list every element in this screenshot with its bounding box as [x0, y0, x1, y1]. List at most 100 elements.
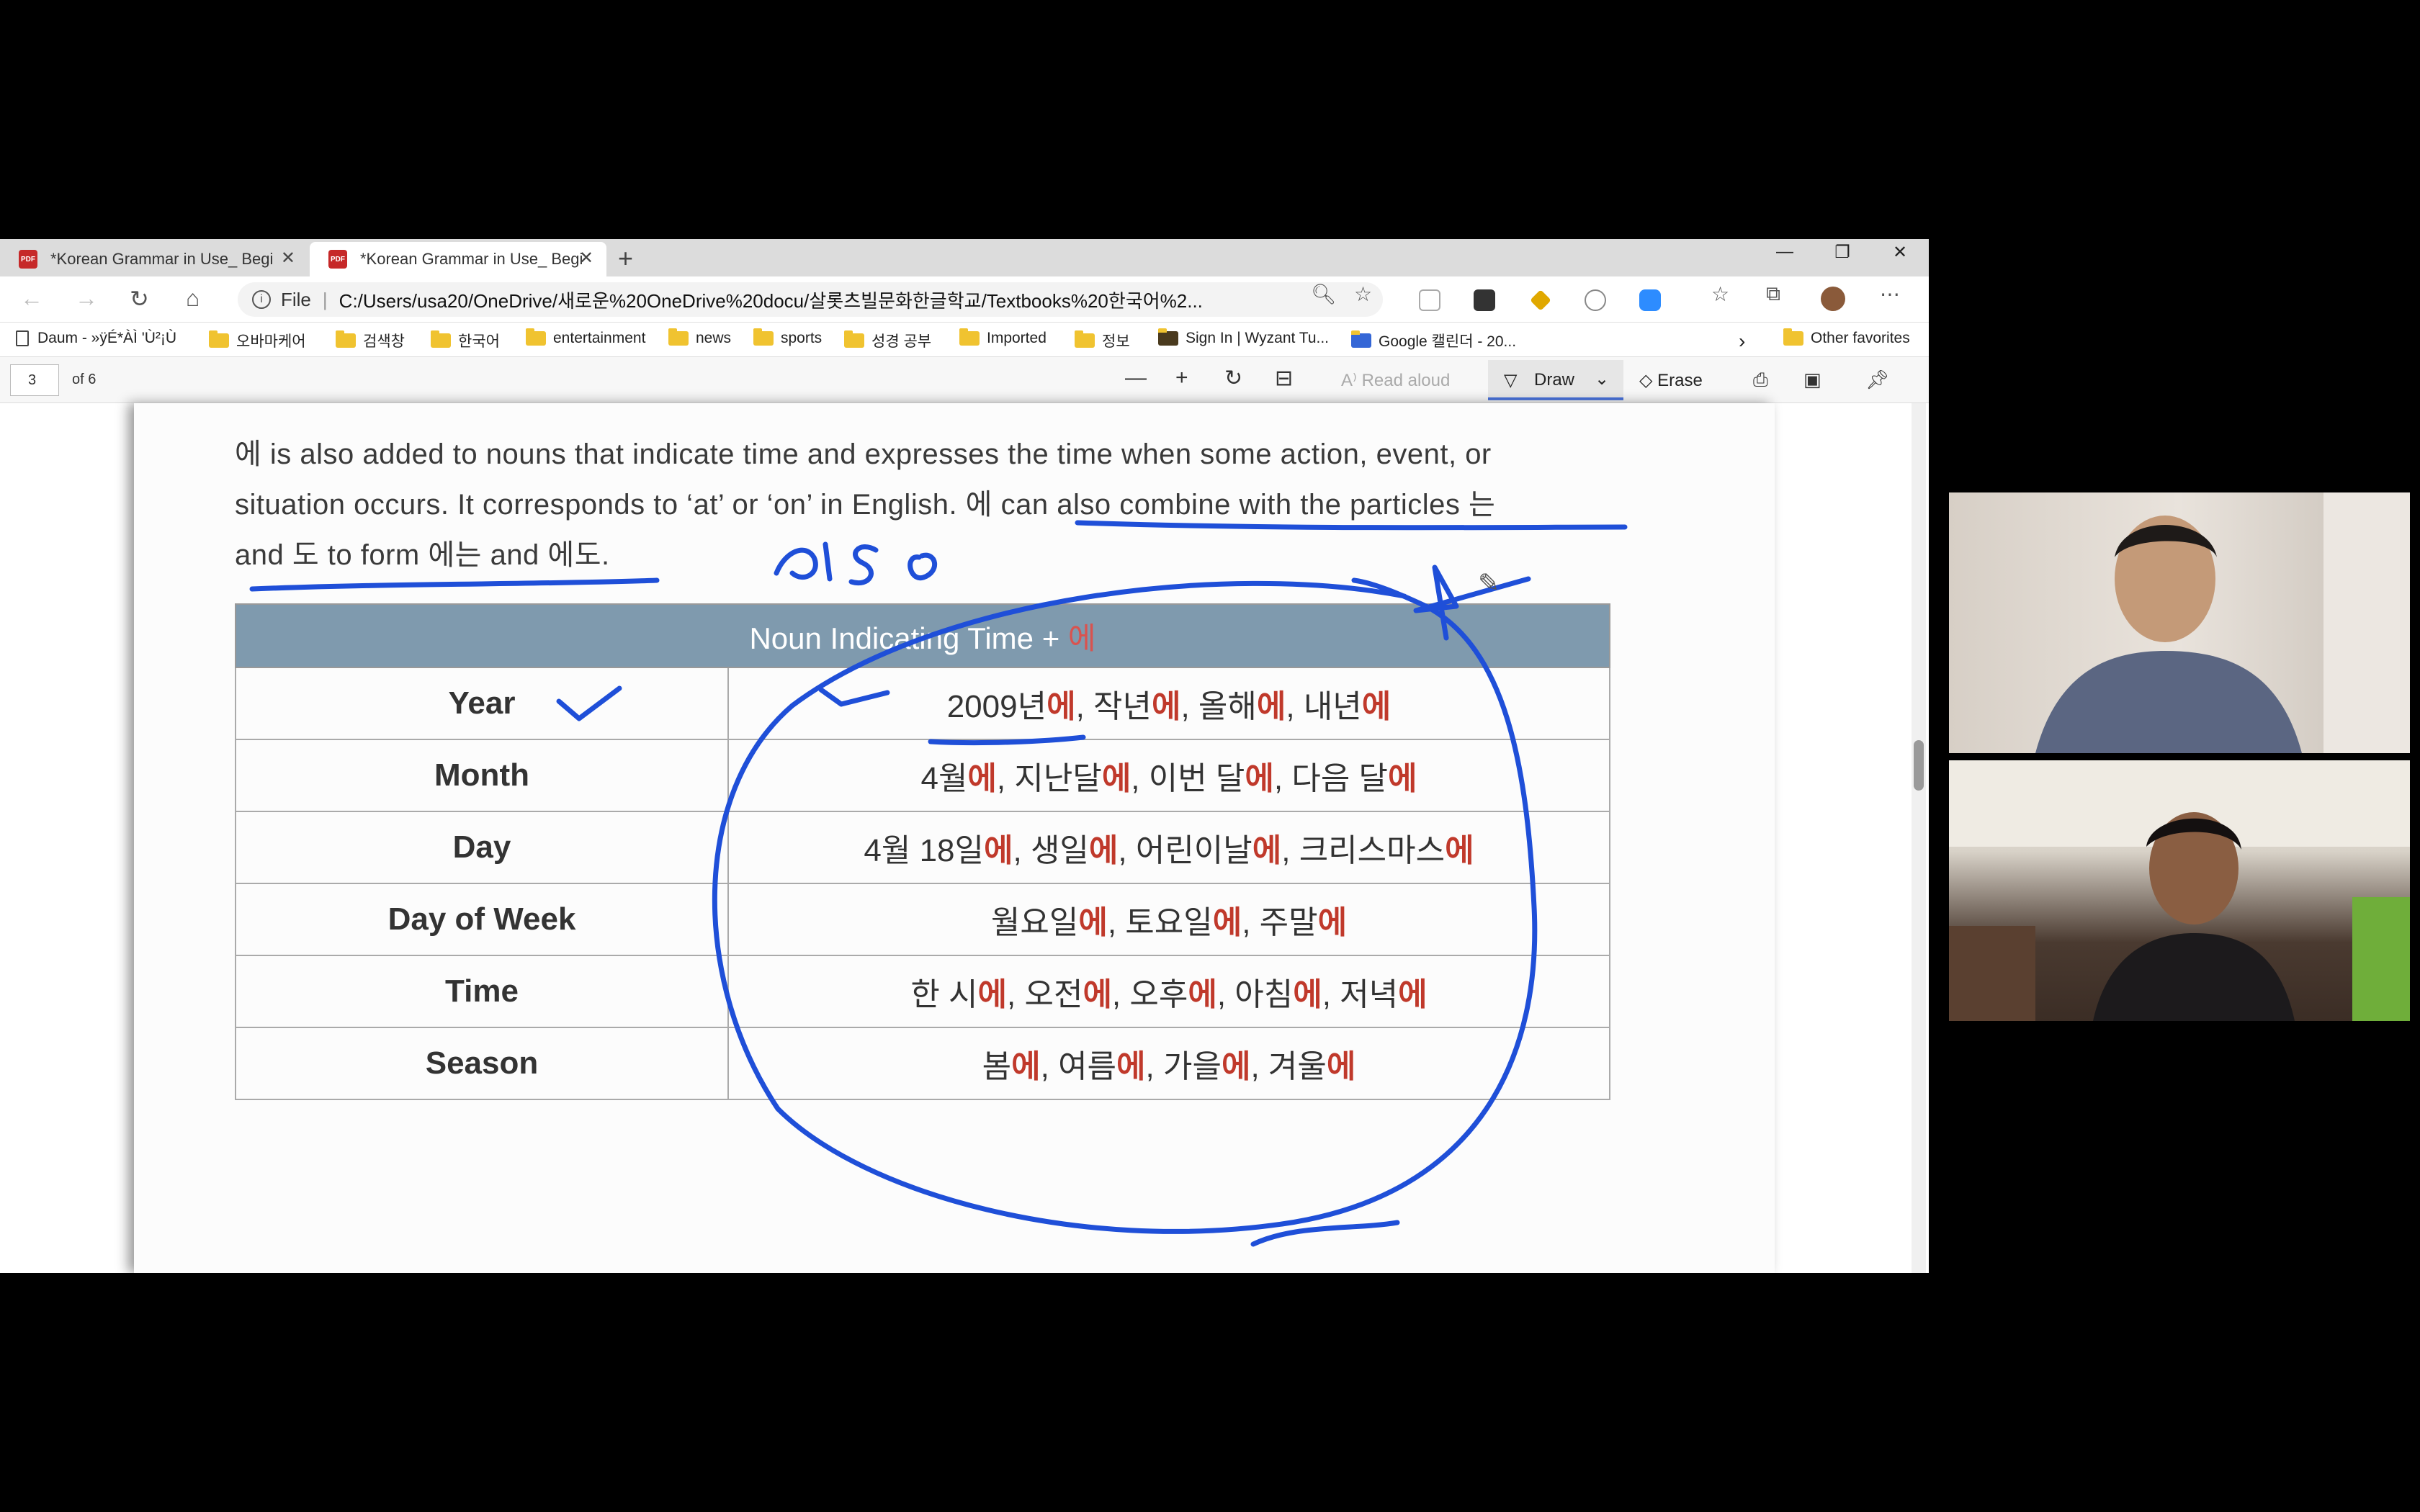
- example-particle: 에: [1245, 761, 1274, 796]
- rotate-icon[interactable]: ↻: [1224, 366, 1242, 391]
- example-noun: 다음 달: [1291, 761, 1389, 796]
- table-row: Day of Week 월요일에, 토요일에, 주말에: [235, 883, 1610, 956]
- bookmark-folder-search[interactable]: 검색창: [336, 330, 405, 351]
- bookmark-folder-entertainment[interactable]: entertainment: [526, 328, 646, 347]
- read-aloud-icon: A⁾: [1341, 371, 1362, 390]
- bookmark-folder-news[interactable]: news: [668, 328, 731, 347]
- bookmark-label: entertainment: [553, 330, 646, 346]
- row-label: Time: [235, 955, 729, 1028]
- restore-button[interactable]: ❐: [1821, 242, 1864, 263]
- example-noun: 어린이날: [1135, 833, 1252, 868]
- forward-icon[interactable]: →: [75, 285, 98, 312]
- bookmark-folder-bible-study[interactable]: 성경 공부: [844, 330, 931, 351]
- tab-korean-grammar-1[interactable]: PDF *Korean Grammar in Use_ Beginn ✕: [0, 242, 308, 276]
- example-particle: 에: [1317, 905, 1348, 940]
- bookmark-wyzant[interactable]: Sign In | Wyzant Tu...: [1158, 328, 1329, 347]
- erase-button[interactable]: ◇ Erase: [1639, 370, 1703, 391]
- example-separator: ,: [1118, 833, 1136, 868]
- favorites-icon[interactable]: ☆: [1711, 282, 1729, 306]
- row-examples: 4월 18일에, 생일에, 어린이날에, 크리스마스에: [727, 811, 1610, 884]
- table-row: Month 4월에, 지난달에, 이번 달에, 다음 달에: [235, 739, 1610, 812]
- url-field[interactable]: i File | C:/Users/usa20/OneDrive/새로운%20O…: [238, 282, 1383, 317]
- save-icon[interactable]: ▣: [1803, 369, 1821, 391]
- read-aloud-button[interactable]: A⁾ Read aloud: [1341, 370, 1450, 391]
- example-particle: 에: [977, 977, 1008, 1012]
- zoom-app-icon[interactable]: [1639, 289, 1661, 311]
- minimize-button[interactable]: —: [1763, 242, 1806, 262]
- table-row: Day 4월 18일에, 생일에, 어린이날에, 크리스마스에: [235, 811, 1610, 884]
- bookmark-folder-korean[interactable]: 한국어: [431, 330, 500, 351]
- scrollbar-thumb[interactable]: [1914, 740, 1924, 791]
- row-examples: 봄에, 여름에, 가을에, 겨울에: [727, 1027, 1610, 1100]
- example-noun: 가을: [1162, 1049, 1222, 1084]
- chevron-right-icon[interactable]: ›: [1739, 330, 1745, 353]
- profile-avatar[interactable]: [1821, 287, 1845, 311]
- new-tab-button[interactable]: +: [618, 243, 633, 274]
- example-noun: 작년: [1093, 689, 1152, 724]
- example-separator: ,: [996, 761, 1015, 796]
- close-icon[interactable]: ✕: [579, 248, 593, 269]
- extension-mouse-icon[interactable]: [1585, 289, 1606, 311]
- bookmark-google-calendar[interactable]: Google 캘린더 - 20...: [1351, 330, 1516, 351]
- more-menu-icon[interactable]: ⋯: [1880, 282, 1900, 306]
- example-particle: 에: [1256, 689, 1286, 724]
- extension-icon[interactable]: [1419, 289, 1440, 311]
- table-header-text: Noun Indicating Time +: [749, 621, 1068, 655]
- close-icon[interactable]: ✕: [281, 248, 295, 269]
- folder-icon: [844, 330, 864, 348]
- bookmarks-bar: Daum - »ÿÉ*ÀÌ 'Ù²¡Ù 오바마케어 검색창 한국어 entert…: [0, 323, 1929, 357]
- refresh-icon[interactable]: ↻: [130, 285, 149, 312]
- example-noun: 겨울: [1268, 1049, 1327, 1084]
- bookmark-folder-sports[interactable]: sports: [753, 328, 822, 347]
- extension-diamond-icon[interactable]: [1530, 289, 1551, 311]
- example-particle: 에: [1388, 761, 1417, 796]
- row-label: Day: [235, 811, 729, 884]
- pin-icon[interactable]: 📌︎: [1865, 369, 1889, 391]
- bookmark-label: 오바마케어: [236, 333, 306, 350]
- home-icon[interactable]: ⌂: [186, 285, 200, 312]
- bookmark-folder-imported[interactable]: Imported: [959, 328, 1047, 347]
- example-separator: ,: [1107, 905, 1126, 940]
- page-icon: [16, 330, 29, 346]
- bookmark-folder-obamacare[interactable]: 오바마케어: [209, 330, 306, 351]
- example-particle: 에: [1326, 1049, 1356, 1084]
- example-particle: 에: [1101, 761, 1131, 796]
- bookmark-label: Imported: [987, 330, 1047, 346]
- example-particle: 에: [1116, 1049, 1146, 1084]
- table-header: Noun Indicating Time + 에: [235, 603, 1610, 668]
- window-close-button[interactable]: ✕: [1878, 242, 1922, 263]
- chevron-down-icon[interactable]: ⌄: [1595, 369, 1609, 390]
- info-icon[interactable]: i: [252, 290, 271, 309]
- url-text[interactable]: C:/Users/usa20/OneDrive/새로운%20OneDrive%2…: [339, 287, 1203, 313]
- calendar-icon: [1351, 330, 1371, 348]
- wyzant-icon: [1158, 328, 1178, 346]
- tab-korean-grammar-2[interactable]: PDF *Korean Grammar in Use_ Beginn ✕: [310, 242, 606, 276]
- example-particle: 에: [1088, 833, 1119, 868]
- page-number-input[interactable]: 3: [10, 364, 59, 396]
- extension-off-icon[interactable]: [1474, 289, 1495, 311]
- folder-icon: [336, 330, 356, 348]
- pdf-icon: PDF: [19, 250, 37, 269]
- bookmark-daum[interactable]: Daum - »ÿÉ*ÀÌ 'Ù²¡Ù: [16, 330, 176, 347]
- print-icon[interactable]: ⎙: [1753, 369, 1768, 392]
- example-noun: 토요일: [1125, 905, 1213, 940]
- example-noun: 내년: [1303, 689, 1362, 724]
- fit-page-icon[interactable]: ⊟: [1275, 366, 1293, 391]
- bookmark-other-favorites[interactable]: Other favorites: [1783, 328, 1910, 347]
- table-row: Time 한 시에, 오전에, 오후에, 아침에, 저녁에: [235, 955, 1610, 1028]
- example-separator: ,: [1286, 689, 1304, 724]
- collections-icon[interactable]: ⧉: [1766, 282, 1780, 306]
- favorite-star-icon[interactable]: ☆: [1354, 282, 1372, 306]
- bookmark-label: 검색창: [363, 333, 405, 350]
- bookmark-label: 성경 공부: [871, 333, 932, 350]
- back-icon[interactable]: ←: [20, 285, 43, 312]
- bookmark-folder-info[interactable]: 정보: [1075, 330, 1130, 351]
- vertical-scrollbar[interactable]: [1912, 403, 1926, 1273]
- example-particle: 에: [1188, 977, 1217, 1012]
- zoom-out-icon[interactable]: —: [1125, 366, 1147, 390]
- draw-button[interactable]: ▽ Draw ⌄: [1488, 360, 1623, 400]
- example-particle: 에: [1047, 689, 1076, 724]
- zoom-icon[interactable]: 🔍︎: [1311, 282, 1337, 306]
- zoom-in-icon[interactable]: +: [1175, 366, 1188, 390]
- example-noun: 월요일: [990, 905, 1079, 940]
